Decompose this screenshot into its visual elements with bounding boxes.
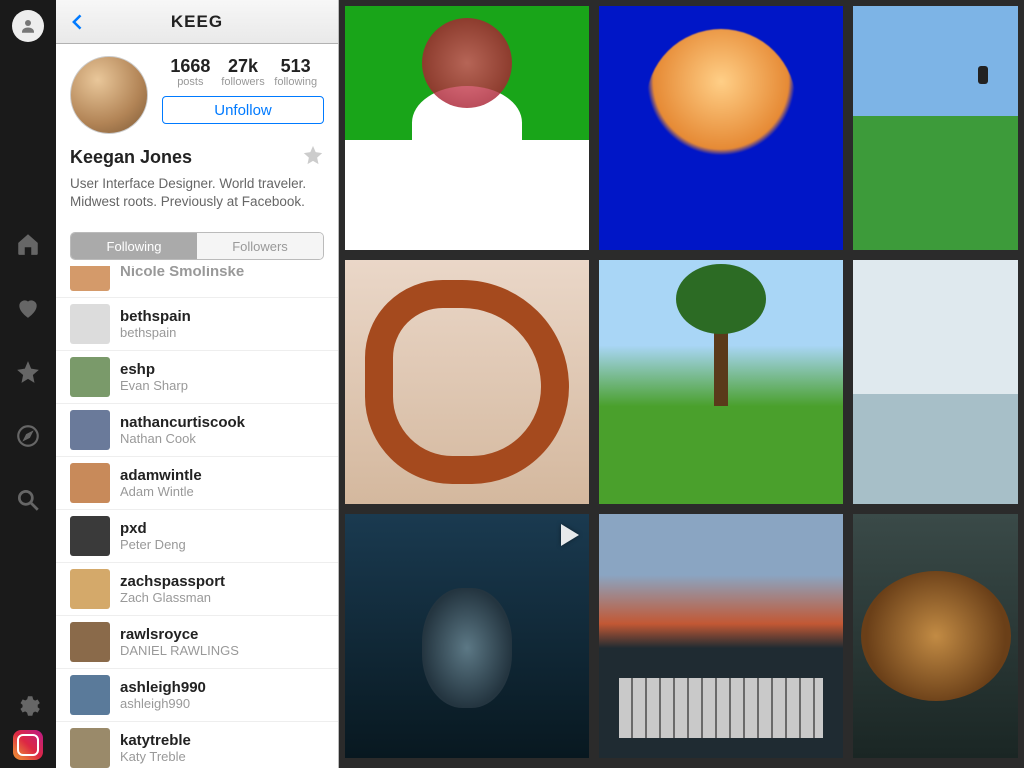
stat-label: followers bbox=[217, 76, 270, 88]
list-item[interactable]: adamwintle Adam Wintle bbox=[56, 457, 338, 510]
user-icon bbox=[19, 17, 37, 35]
photo-tile[interactable] bbox=[599, 260, 843, 504]
photo-tile[interactable] bbox=[853, 514, 1018, 758]
panel-header: KEEG bbox=[56, 0, 338, 44]
list-username: katytreble bbox=[120, 732, 191, 749]
user-thumbnail bbox=[70, 728, 110, 768]
user-thumbnail bbox=[70, 266, 110, 291]
list-username: zachspassport bbox=[120, 573, 225, 590]
list-displayname: ashleigh990 bbox=[120, 696, 206, 711]
list-username: adamwintle bbox=[120, 467, 202, 484]
list-displayname: DANIEL RAWLINGS bbox=[120, 643, 239, 658]
list-username: eshp bbox=[120, 361, 188, 378]
video-tile[interactable] bbox=[345, 514, 589, 758]
list-item[interactable]: katytreble Katy Treble bbox=[56, 722, 338, 768]
stat-label: following bbox=[269, 76, 322, 88]
list-username: bethspain bbox=[120, 308, 191, 325]
following-list: Nicole Smolinske bethspain bethspain esh… bbox=[56, 266, 338, 768]
list-username: Nicole Smolinske bbox=[120, 266, 244, 280]
stats-row: 1668 posts 27k followers 513 following bbox=[162, 56, 324, 88]
star-icon[interactable] bbox=[14, 358, 42, 386]
search-icon[interactable] bbox=[14, 486, 42, 514]
segment-following[interactable]: Following bbox=[71, 233, 197, 259]
user-thumbnail bbox=[70, 357, 110, 397]
list-displayname: Nathan Cook bbox=[120, 431, 245, 446]
segment-followers[interactable]: Followers bbox=[197, 233, 323, 259]
list-item[interactable]: nathancurtiscook Nathan Cook bbox=[56, 404, 338, 457]
list-username: rawlsroyce bbox=[120, 626, 239, 643]
display-name: Keegan Jones bbox=[70, 147, 192, 168]
list-item[interactable]: zachspassport Zach Glassman bbox=[56, 563, 338, 616]
photo-tile[interactable] bbox=[345, 260, 589, 504]
instagram-app-icon[interactable] bbox=[13, 730, 43, 760]
profile-section: 1668 posts 27k followers 513 following U… bbox=[56, 44, 338, 220]
list-item[interactable]: rawlsroyce DANIEL RAWLINGS bbox=[56, 616, 338, 669]
stat-label: posts bbox=[164, 76, 217, 88]
photo-grid bbox=[339, 0, 1024, 768]
user-thumbnail bbox=[70, 410, 110, 450]
list-item[interactable]: ashleigh990 ashleigh990 bbox=[56, 669, 338, 722]
list-displayname: Zach Glassman bbox=[120, 590, 225, 605]
play-icon bbox=[561, 524, 579, 546]
photo-tile[interactable] bbox=[599, 514, 843, 758]
list-item[interactable]: Nicole Smolinske bbox=[56, 266, 338, 298]
stat-posts[interactable]: 1668 posts bbox=[164, 56, 217, 88]
profile-panel: KEEG 1668 posts 27k followers 513 foll bbox=[56, 0, 339, 768]
user-thumbnail bbox=[70, 675, 110, 715]
bio-text: User Interface Designer. World traveler.… bbox=[70, 175, 324, 210]
list-displayname: Adam Wintle bbox=[120, 484, 202, 499]
photo-tile[interactable] bbox=[345, 6, 589, 250]
user-thumbnail bbox=[70, 304, 110, 344]
user-thumbnail bbox=[70, 569, 110, 609]
list-username: ashleigh990 bbox=[120, 679, 206, 696]
stat-value: 1668 bbox=[164, 56, 217, 77]
heart-icon[interactable] bbox=[14, 294, 42, 322]
list-username: nathancurtiscook bbox=[120, 414, 245, 431]
photo-tile[interactable] bbox=[853, 260, 1018, 504]
back-button[interactable] bbox=[64, 8, 92, 36]
list-displayname: Katy Treble bbox=[120, 749, 191, 764]
segment-control: Following Followers bbox=[70, 232, 324, 260]
explore-icon[interactable] bbox=[14, 422, 42, 450]
gear-icon[interactable] bbox=[14, 692, 42, 720]
stat-value: 513 bbox=[269, 56, 322, 77]
home-icon[interactable] bbox=[14, 230, 42, 258]
user-thumbnail bbox=[70, 622, 110, 662]
stat-following[interactable]: 513 following bbox=[269, 56, 322, 88]
favorite-star-icon[interactable] bbox=[302, 144, 324, 171]
list-username: pxd bbox=[120, 520, 186, 537]
chevron-left-icon bbox=[68, 9, 88, 35]
stat-followers[interactable]: 27k followers bbox=[217, 56, 270, 88]
list-item[interactable]: eshp Evan Sharp bbox=[56, 351, 338, 404]
user-thumbnail bbox=[70, 463, 110, 503]
account-avatar[interactable] bbox=[12, 10, 44, 42]
nav-rail bbox=[0, 0, 56, 768]
list-item[interactable]: bethspain bethspain bbox=[56, 298, 338, 351]
list-displayname: bethspain bbox=[120, 325, 191, 340]
user-thumbnail bbox=[70, 516, 110, 556]
list-item[interactable]: pxd Peter Deng bbox=[56, 510, 338, 563]
list-displayname: Peter Deng bbox=[120, 537, 186, 552]
unfollow-button[interactable]: Unfollow bbox=[162, 96, 324, 124]
list-displayname: Evan Sharp bbox=[120, 378, 188, 393]
panel-title: KEEG bbox=[171, 12, 223, 32]
photo-tile[interactable] bbox=[599, 6, 843, 250]
profile-picture[interactable] bbox=[70, 56, 148, 134]
stat-value: 27k bbox=[217, 56, 270, 77]
photo-tile[interactable] bbox=[853, 6, 1018, 250]
